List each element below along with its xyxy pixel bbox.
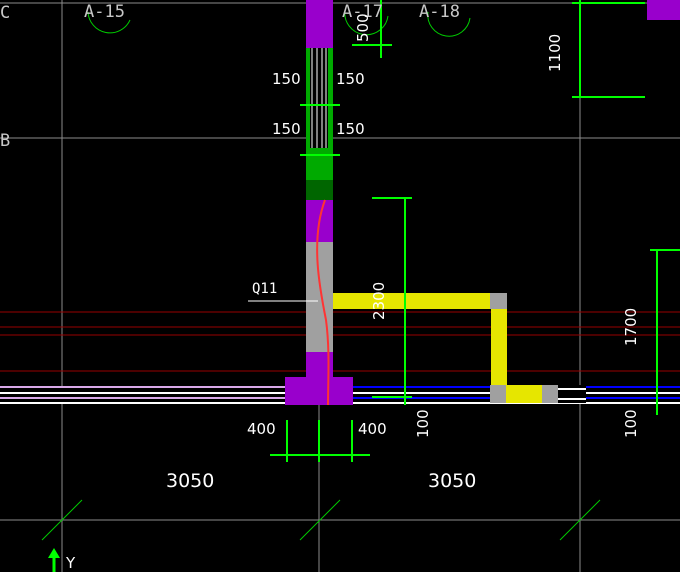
- dim-1700: 1700: [622, 308, 640, 346]
- corner-column[interactable]: [647, 0, 680, 20]
- dim-2300: 2300: [370, 282, 388, 320]
- red-reference-lines: [0, 311, 680, 372]
- wall-tag-q11[interactable]: Q11: [252, 281, 277, 297]
- span-3050-left: 3050: [166, 470, 214, 492]
- row-label-c: C: [0, 3, 10, 23]
- dim-500: 500: [354, 13, 372, 42]
- span-3050-right: 3050: [428, 470, 476, 492]
- axis-bubbles: [87, 9, 471, 37]
- dim-150-left-lower: 150: [272, 120, 301, 138]
- yellow-beam-corner: [490, 293, 507, 309]
- dim-100-right: 100: [622, 409, 640, 438]
- dim-1100: 1100: [546, 34, 564, 72]
- cad-drawing-canvas[interactable]: C B A-15 A-17 A-18 Q11 150 150 150 150 5…: [0, 0, 680, 572]
- dim-150-right-lower: 150: [336, 120, 365, 138]
- row-label-b: B: [0, 131, 10, 151]
- dim-400-right: 400: [358, 420, 387, 438]
- axis-label-a15: A-15: [84, 2, 125, 22]
- dim-150-left-upper: 150: [272, 70, 301, 88]
- bottom-beam-left[interactable]: [0, 386, 290, 404]
- dim-100-mid: 100: [414, 409, 432, 438]
- axis-label-a18: A-18: [419, 2, 460, 22]
- ucs-y-label: Y: [65, 554, 76, 572]
- drawing-svg[interactable]: C B A-15 A-17 A-18 Q11 150 150 150 150 5…: [0, 0, 680, 572]
- dim-150-right-upper: 150: [336, 70, 365, 88]
- dim-400-left: 400: [247, 420, 276, 438]
- wall-q11[interactable]: [285, 0, 353, 405]
